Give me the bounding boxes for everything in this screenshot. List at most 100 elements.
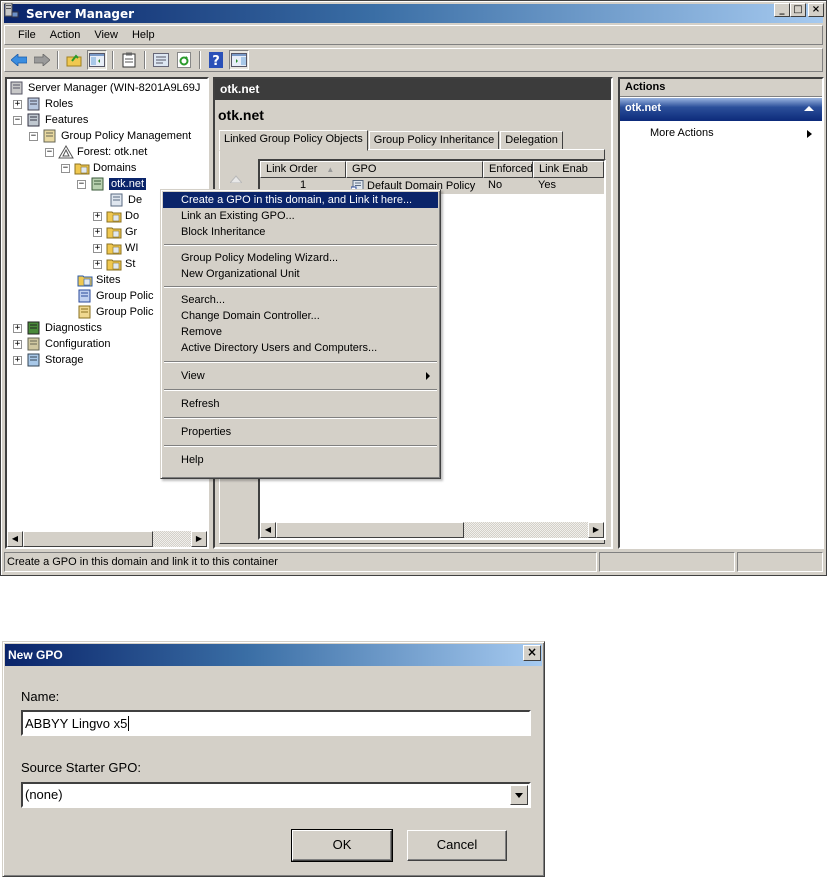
context-menu-item[interactable]: View bbox=[163, 368, 438, 384]
show-hide-console-tree-button[interactable] bbox=[87, 50, 107, 70]
scroll-thumb[interactable] bbox=[23, 531, 153, 547]
scroll-track[interactable] bbox=[464, 522, 588, 538]
tree-item[interactable]: + Gr bbox=[93, 224, 137, 240]
tree-item[interactable]: Group Polic bbox=[77, 304, 153, 320]
context-menu-item[interactable]: Properties bbox=[163, 424, 438, 440]
gpo-name-input[interactable]: ABBYY Lingvo x5 bbox=[21, 710, 531, 736]
actions-section-header[interactable]: otk.net bbox=[620, 98, 822, 121]
tree-item[interactable]: − Domains bbox=[61, 160, 136, 176]
tree-item[interactable]: + Diagnostics bbox=[13, 320, 102, 336]
title-bar[interactable]: Server Manager bbox=[4, 4, 823, 23]
ok-button[interactable]: OK bbox=[291, 829, 393, 862]
tree-item[interactable]: + WI bbox=[93, 240, 138, 256]
tree-item[interactable]: + Storage bbox=[13, 352, 84, 368]
tree-item[interactable]: − Features bbox=[13, 112, 88, 128]
context-menu-item[interactable]: New Organizational Unit bbox=[163, 266, 438, 282]
dialog-close-button[interactable]: × bbox=[523, 645, 541, 661]
tree-item[interactable]: − otk.net bbox=[77, 176, 147, 192]
menu-bar: File Action View Help bbox=[4, 25, 823, 45]
column-gpo[interactable]: GPO bbox=[346, 161, 483, 178]
help-button[interactable]: ? bbox=[206, 50, 226, 70]
tree-item[interactable]: Sites bbox=[77, 272, 120, 288]
expand-icon[interactable]: + bbox=[13, 355, 22, 365]
cancel-button[interactable]: Cancel bbox=[407, 830, 507, 861]
minimize-button[interactable]: _ bbox=[774, 3, 790, 17]
expand-icon[interactable]: + bbox=[13, 99, 22, 109]
tree-item[interactable]: + Do bbox=[93, 208, 139, 224]
context-menu-item[interactable]: Remove bbox=[163, 324, 438, 340]
tree-item-label: Domains bbox=[93, 162, 137, 174]
chevron-down-icon bbox=[515, 793, 523, 798]
context-menu-item[interactable]: Block Inheritance bbox=[163, 224, 438, 240]
refresh-button[interactable] bbox=[174, 50, 194, 70]
context-menu-item[interactable]: Active Directory Users and Computers... bbox=[163, 340, 438, 356]
expand-icon[interactable]: + bbox=[13, 323, 22, 333]
tree-item[interactable]: Group Polic bbox=[77, 288, 153, 304]
collapse-icon[interactable]: − bbox=[77, 179, 86, 189]
tree-item[interactable]: − Group Policy Management bbox=[29, 128, 191, 144]
expand-icon[interactable]: + bbox=[93, 243, 102, 253]
expand-icon[interactable]: + bbox=[93, 259, 102, 269]
collapse-icon[interactable]: − bbox=[45, 147, 54, 157]
list-horizontal-scrollbar[interactable]: ◀ ▶ bbox=[260, 522, 604, 538]
submenu-arrow-icon bbox=[807, 130, 812, 138]
dialog-title-bar[interactable]: New GPO bbox=[5, 644, 542, 666]
tree-item[interactable]: − Forest: otk.net bbox=[45, 144, 147, 160]
source-starter-gpo-select[interactable]: (none) bbox=[21, 782, 531, 808]
export-list-button[interactable] bbox=[119, 50, 139, 70]
tree-item[interactable]: + Configuration bbox=[13, 336, 110, 352]
column-link-enabled[interactable]: Link Enab bbox=[533, 161, 604, 178]
toolbar-separator bbox=[112, 51, 114, 69]
action-more-actions[interactable]: More Actions bbox=[620, 127, 822, 143]
close-button[interactable]: × bbox=[808, 3, 824, 17]
collapse-icon[interactable]: − bbox=[13, 115, 22, 125]
back-button[interactable] bbox=[9, 50, 29, 70]
expand-icon[interactable]: + bbox=[93, 211, 102, 221]
move-link-up-icon[interactable] bbox=[230, 175, 242, 183]
menu-file[interactable]: File bbox=[11, 29, 43, 41]
scroll-left-button[interactable]: ◀ bbox=[7, 531, 23, 547]
collapse-up-icon[interactable] bbox=[804, 106, 814, 111]
context-menu-item[interactable]: Help bbox=[163, 452, 438, 468]
scroll-thumb[interactable] bbox=[276, 522, 464, 538]
scroll-right-button[interactable]: ▶ bbox=[191, 531, 207, 547]
menu-action[interactable]: Action bbox=[43, 29, 88, 41]
actions-pane: Actions otk.net More Actions bbox=[618, 77, 824, 549]
maximize-button[interactable]: □ bbox=[790, 3, 806, 17]
tab-delegation[interactable]: Delegation bbox=[500, 131, 563, 150]
tab-linked-gpos[interactable]: Linked Group Policy Objects bbox=[219, 130, 368, 151]
tree-item-label: Gr bbox=[125, 226, 138, 238]
menu-help[interactable]: Help bbox=[125, 29, 162, 41]
context-menu-item[interactable]: Search... bbox=[163, 292, 438, 308]
context-menu-item[interactable]: Link an Existing GPO... bbox=[163, 208, 438, 224]
new-gpo-dialog: New GPO × Name: ABBYY Lingvo x5 Source S… bbox=[2, 641, 545, 877]
forward-button[interactable] bbox=[32, 50, 52, 70]
context-menu-item[interactable]: Create a GPO in this domain, and Link it… bbox=[163, 192, 438, 208]
collapse-icon[interactable]: − bbox=[61, 163, 70, 173]
list-header: Link Order ▲ GPO Enforced Link Enab bbox=[260, 161, 604, 178]
properties-button[interactable] bbox=[151, 50, 171, 70]
tree-horizontal-scrollbar[interactable]: ◀ ▶ bbox=[7, 531, 207, 547]
tree-item[interactable]: + Roles bbox=[13, 96, 73, 112]
expand-icon[interactable]: + bbox=[13, 339, 22, 349]
tree-item[interactable]: De bbox=[109, 192, 142, 208]
tab-gp-inheritance[interactable]: Group Policy Inheritance bbox=[368, 131, 500, 150]
scroll-right-button[interactable]: ▶ bbox=[588, 522, 604, 538]
show-hide-action-pane-button[interactable] bbox=[229, 50, 249, 70]
context-menu-item[interactable]: Change Domain Controller... bbox=[163, 308, 438, 324]
features-icon bbox=[27, 113, 40, 127]
up-one-level-button[interactable] bbox=[64, 50, 84, 70]
dropdown-button[interactable] bbox=[510, 785, 528, 805]
tree-item[interactable]: Server Manager (WIN-8201A9L69J bbox=[9, 80, 200, 96]
column-enforced[interactable]: Enforced bbox=[483, 161, 533, 178]
scroll-track[interactable] bbox=[153, 531, 191, 547]
expand-icon[interactable]: + bbox=[93, 227, 102, 237]
context-menu-item[interactable]: Group Policy Modeling Wizard... bbox=[163, 250, 438, 266]
collapse-icon[interactable]: − bbox=[29, 131, 38, 141]
menu-view[interactable]: View bbox=[87, 29, 125, 41]
tree-item[interactable]: + St bbox=[93, 256, 135, 272]
sites-folder-icon bbox=[77, 275, 93, 287]
scroll-left-button[interactable]: ◀ bbox=[260, 522, 276, 538]
context-menu-item[interactable]: Refresh bbox=[163, 396, 438, 412]
column-link-order[interactable]: Link Order ▲ bbox=[260, 161, 346, 178]
